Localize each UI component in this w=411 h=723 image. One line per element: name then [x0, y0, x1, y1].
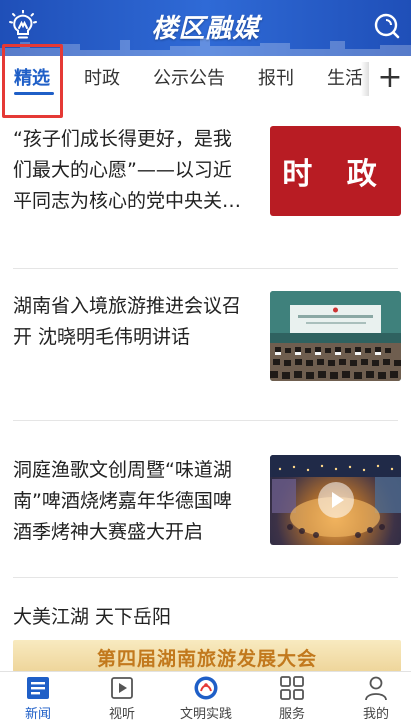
news-banner-image[interactable]: 第四届湖南旅游发展大会: [13, 640, 401, 672]
tab-shenghuo[interactable]: 生活: [327, 56, 363, 102]
nav-video[interactable]: 视听: [81, 672, 163, 723]
news-item[interactable]: 湖南省入境旅游推进会议召 开 沈晓明毛伟明讲话: [0, 269, 411, 420]
news-title[interactable]: 湖南省入境旅游推进会议召 开 沈晓明毛伟明讲话: [13, 291, 263, 353]
selected-tab-highlight-box: [2, 44, 63, 118]
meeting-photo: [270, 291, 401, 381]
bottom-navigation: 新闻 视听 文明实践 服务 我的: [0, 671, 411, 723]
nav-label: 视听: [108, 707, 135, 722]
news-item[interactable]: “孩子们成长得更好，是我 们最大的心愿”——以习近 平同志为核心的党中央关… 时…: [0, 118, 411, 268]
tabs-overflow-fade: [361, 62, 369, 96]
user-icon: [365, 676, 387, 701]
add-channel-button[interactable]: +: [369, 56, 411, 102]
nav-label: 我的: [362, 707, 389, 722]
nav-services[interactable]: 服务: [251, 672, 333, 723]
search-icon[interactable]: [373, 12, 401, 40]
tab-gongshi-gonggao[interactable]: 公示公告: [153, 56, 225, 102]
news-title[interactable]: 大美江湖 天下岳阳: [13, 602, 393, 633]
tab-baokan[interactable]: 报刊: [258, 56, 294, 102]
news-item[interactable]: 洞庭渔歌文创周暨“味道湖 南”啤酒烧烤嘉年华德国啤 酒季烤神大赛盛大开启: [0, 421, 411, 576]
nav-label: 文明实践: [179, 707, 232, 722]
news-thumbnail[interactable]: [270, 291, 401, 381]
app-brand-title: 楼区融媒: [151, 14, 260, 44]
nav-profile[interactable]: 我的: [335, 672, 411, 723]
video-thumbnail[interactable]: [270, 455, 401, 545]
nav-civilization-practice[interactable]: 文明实践: [165, 672, 247, 723]
nav-label: 服务: [278, 707, 305, 722]
banner-text: 第四届湖南旅游发展大会: [96, 648, 317, 670]
grid-icon: [280, 676, 304, 700]
civilization-icon: [194, 676, 218, 700]
news-title[interactable]: “孩子们成长得更好，是我 们最大的心愿”——以习近 平同志为核心的党中央关…: [13, 124, 263, 217]
play-icon[interactable]: [318, 482, 354, 518]
tab-shizheng[interactable]: 时政: [84, 56, 120, 102]
video-icon: [111, 677, 133, 699]
thumbnail-label: 时 政: [282, 157, 389, 192]
news-thumbnail[interactable]: 时 政: [270, 126, 401, 216]
nav-label: 新闻: [24, 707, 51, 722]
nav-news[interactable]: 新闻: [0, 672, 79, 723]
news-title[interactable]: 洞庭渔歌文创周暨“味道湖 南”啤酒烧烤嘉年华德国啤 酒季烤神大赛盛大开启: [13, 455, 263, 548]
news-icon: [27, 677, 49, 699]
